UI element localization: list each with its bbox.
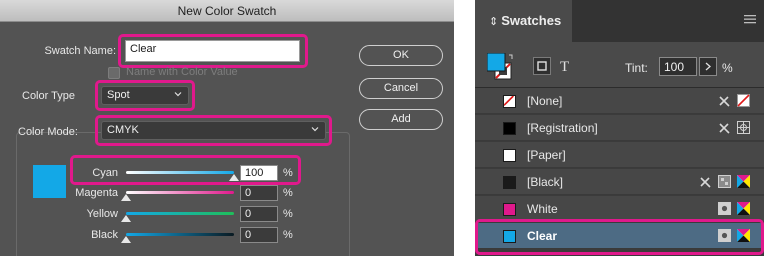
yellow-label: Yellow [86, 208, 118, 220]
formatting-container-icon[interactable] [533, 57, 551, 75]
registration-icon [737, 121, 750, 134]
yellow-slider-track[interactable] [126, 212, 234, 215]
magenta-slider-thumb[interactable] [121, 194, 131, 201]
yellow-unit: % [283, 208, 293, 220]
color-mode-label: Color Mode: [18, 126, 78, 138]
tint-input[interactable]: 100 [659, 57, 697, 76]
swatches-tab[interactable]: ⇕ Swatches [475, 0, 572, 42]
tint-unit: % [722, 61, 733, 75]
magenta-value-input[interactable]: 0 [240, 185, 278, 201]
cmyk-icon [737, 202, 750, 215]
swatches-toolbar: T Tint: 100 % [475, 42, 764, 88]
spot-icon [718, 202, 731, 215]
swatch-name: [Paper] [527, 148, 566, 162]
swatch-row-black[interactable]: [Black] [475, 169, 764, 195]
cyan-highlight [70, 155, 301, 185]
add-button[interactable]: Add [359, 109, 443, 130]
swatches-panel: ⇕ Swatches T Tint: 100 % [None] [Registrat… [475, 0, 764, 256]
panel-menu-icon[interactable] [744, 14, 756, 24]
black-unit: % [283, 229, 293, 241]
formatting-text-icon[interactable]: T [556, 57, 574, 75]
swatch-color-chip [503, 149, 516, 162]
swatch-color-chip [503, 203, 516, 216]
color-type-label: Color Type [22, 90, 75, 102]
color-type-highlight [95, 80, 195, 111]
fill-stroke-icon[interactable] [487, 53, 515, 81]
chevron-right-icon [705, 62, 711, 71]
black-value-input[interactable]: 0 [240, 227, 278, 243]
black-slider-thumb[interactable] [121, 236, 131, 243]
magenta-unit: % [283, 187, 293, 199]
yellow-value-input[interactable]: 0 [240, 206, 278, 222]
swatch-name-label: Swatch Name: [44, 45, 116, 57]
magenta-slider-track[interactable] [126, 191, 234, 194]
no-edit-icon [718, 121, 731, 134]
none-icon [737, 94, 750, 107]
swatch-name: [None] [527, 94, 563, 108]
cmyk-icon [737, 175, 750, 188]
dialog-titlebar: New Color Swatch [0, 0, 454, 22]
swatch-name: [Black] [527, 175, 564, 189]
clear-row-highlight [475, 219, 764, 255]
black-label: Black [91, 229, 118, 241]
swatch-color-chip [503, 122, 516, 135]
process-icon [718, 175, 731, 188]
color-mode-highlight [95, 115, 332, 146]
tint-label: Tint: [625, 61, 648, 75]
svg-text:T: T [560, 59, 569, 75]
name-with-color-value-label: Name with Color Value [126, 66, 238, 78]
swatch-row-registration[interactable]: [Registration] [475, 115, 764, 141]
swatch-color-chip [503, 176, 516, 189]
swatch-name-highlight [118, 34, 308, 68]
swatch-name: White [527, 202, 558, 216]
no-edit-icon [699, 175, 712, 188]
cancel-button[interactable]: Cancel [359, 78, 443, 99]
swatch-color-chip [503, 95, 516, 108]
swatch-row-paper[interactable]: [Paper] [475, 142, 764, 168]
yellow-slider-thumb[interactable] [121, 215, 131, 222]
panel-title: ⇕ Swatches [489, 13, 562, 28]
dialog-title: New Color Swatch [177, 4, 277, 18]
black-slider-track[interactable] [126, 233, 234, 236]
magenta-label: Magenta [75, 187, 118, 199]
name-with-color-value-checkbox[interactable] [108, 67, 120, 79]
tint-slider-button[interactable] [699, 57, 717, 76]
no-edit-icon [718, 94, 731, 107]
new-color-swatch-dialog: New Color Swatch Swatch Name: Clear Name… [0, 0, 454, 256]
swatch-name: [Registration] [527, 121, 598, 135]
collapse-arrows-icon: ⇕ [489, 16, 499, 28]
ok-button[interactable]: OK [359, 45, 443, 66]
swatch-row-none[interactable]: [None] [475, 88, 764, 114]
